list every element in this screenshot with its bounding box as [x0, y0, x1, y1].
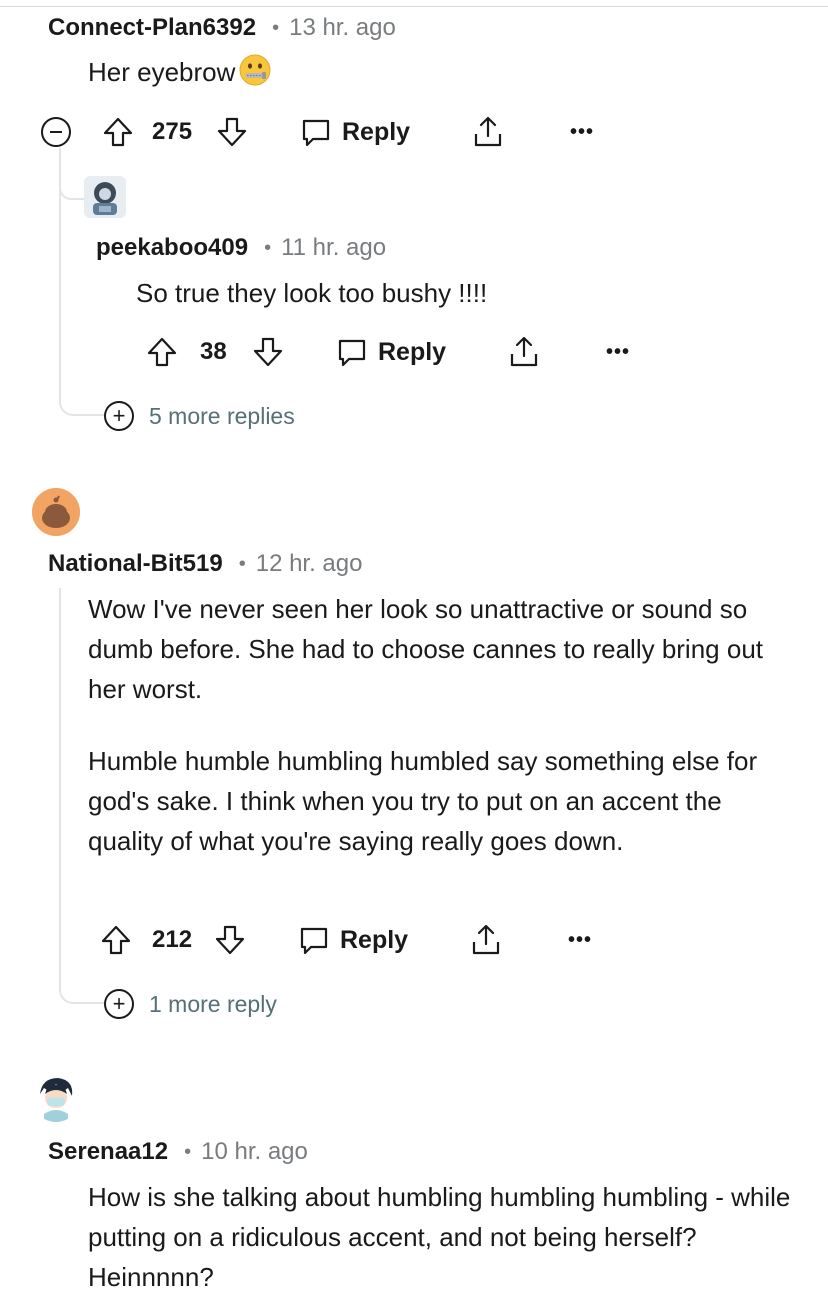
separator-dot: • — [184, 1140, 192, 1163]
vote-score: 275 — [152, 118, 193, 145]
comment-text: So true they look too bushy !!!! — [136, 278, 488, 308]
more-replies-label: 1 more reply — [149, 990, 277, 1017]
comment-body: So true they look too bushy !!!! — [136, 273, 796, 313]
comment-header: Serenaa12 • 10 hr. ago — [48, 1136, 308, 1168]
reply-label: Reply — [378, 337, 447, 366]
thread-line[interactable] — [59, 588, 61, 976]
downvote-icon[interactable] — [216, 112, 248, 152]
comment-header: peekaboo409 • 11 hr. ago — [96, 232, 386, 264]
comment-header: National-Bit519 • 12 hr. ago — [48, 548, 362, 580]
comment-body: Her eyebrow — [88, 52, 788, 97]
reply-button[interactable]: Reply — [336, 332, 446, 372]
reply-button[interactable]: Reply — [300, 112, 410, 152]
more-replies-button[interactable]: + 5 more replies — [104, 401, 295, 431]
reply-label: Reply — [342, 117, 411, 146]
separator-dot: • — [264, 236, 272, 259]
comment-icon — [300, 116, 332, 148]
zipper-mouth-emoji-icon — [239, 54, 271, 97]
more-replies-connector — [59, 968, 105, 1004]
top-divider — [0, 6, 828, 7]
upvote-icon[interactable] — [100, 920, 132, 960]
more-replies-connector — [59, 380, 105, 416]
username[interactable]: peekaboo409 — [96, 234, 248, 262]
overflow-icon[interactable]: ••• — [568, 920, 592, 960]
separator-dot: • — [238, 552, 246, 575]
more-replies-button[interactable]: + 1 more reply — [104, 989, 277, 1019]
comment-text: Wow I've never seen her look so unattrac… — [88, 594, 763, 704]
comment-body: How is she talking about humbling humbli… — [88, 1177, 794, 1297]
timestamp[interactable]: 13 hr. ago — [289, 14, 396, 42]
comment-icon — [336, 336, 368, 368]
comment-header: Connect-Plan6392 • 13 hr. ago — [48, 12, 396, 44]
avatar[interactable] — [84, 176, 126, 218]
comment-text: Humble humble humbling humbled say somet… — [88, 746, 758, 856]
share-icon[interactable] — [508, 332, 540, 372]
downvote-icon[interactable] — [214, 920, 246, 960]
vote-score: 38 — [200, 338, 227, 365]
upvote-icon[interactable] — [146, 332, 178, 372]
expand-icon: + — [104, 989, 134, 1019]
upvote-icon[interactable] — [102, 112, 134, 152]
separator-dot: • — [272, 16, 280, 39]
username[interactable]: Connect-Plan6392 — [48, 14, 256, 42]
reply-button[interactable]: Reply — [298, 920, 408, 960]
avatar[interactable] — [32, 488, 80, 536]
comment-actions: 212 Reply ••• — [100, 920, 620, 960]
vote-score: 212 — [152, 926, 193, 953]
comment-text: How is she talking about humbling humbli… — [88, 1182, 791, 1292]
more-replies-label: 5 more replies — [149, 402, 295, 429]
comment-body: Wow I've never seen her look so unattrac… — [88, 589, 794, 861]
overflow-icon[interactable]: ••• — [570, 112, 594, 152]
reply-connector — [59, 168, 85, 200]
username[interactable]: Serenaa12 — [48, 1138, 168, 1166]
avatar[interactable] — [32, 1074, 80, 1122]
timestamp[interactable]: 12 hr. ago — [256, 550, 363, 578]
collapse-icon[interactable] — [40, 112, 72, 152]
comment-icon — [298, 924, 330, 956]
share-icon[interactable] — [472, 112, 504, 152]
reply-label: Reply — [340, 925, 409, 954]
timestamp[interactable]: 11 hr. ago — [281, 234, 386, 262]
username[interactable]: National-Bit519 — [48, 550, 223, 578]
overflow-icon[interactable]: ••• — [606, 332, 630, 372]
comment-actions: 38 Reply ••• — [146, 332, 646, 372]
comment-text: Her eyebrow — [88, 57, 236, 87]
timestamp[interactable]: 10 hr. ago — [201, 1138, 308, 1166]
share-icon[interactable] — [470, 920, 502, 960]
comment-actions: 275 Reply ••• — [40, 112, 620, 152]
expand-icon: + — [104, 401, 134, 431]
downvote-icon[interactable] — [252, 332, 284, 372]
